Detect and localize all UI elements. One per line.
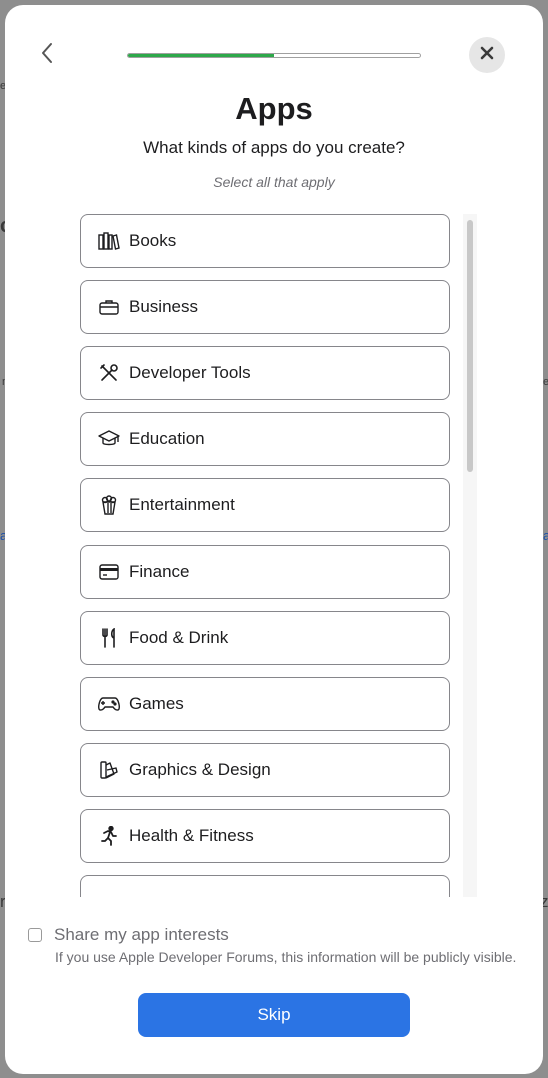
scrollbar-thumb[interactable] [467,220,473,472]
share-interests-label: Share my app interests [54,925,229,944]
option-label: Books [129,231,177,250]
background-text-4: e [543,376,548,388]
list-scrollbar[interactable] [463,214,477,897]
popcorn-icon [97,493,121,517]
option-books[interactable]: Books [80,214,450,268]
skip-button[interactable]: Skip [138,993,410,1037]
selection-hint: Select all that apply [213,174,335,190]
option-label: Health & Fitness [129,826,254,845]
books-icon [97,229,121,253]
option-health-fitness[interactable]: Health & Fitness [80,809,450,863]
option-graphics-design[interactable]: Graphics & Design [80,743,450,797]
share-interests-note: If you use Apple Developer Forums, this … [55,949,517,965]
game-controller-icon [97,692,121,716]
option-entertainment[interactable]: Entertainment [80,478,450,532]
credit-card-icon [97,560,121,584]
running-figure-icon [97,824,121,848]
onboarding-modal: Apps What kinds of apps do you create? S… [5,5,543,1074]
option-finance[interactable]: Finance [80,545,450,599]
option-food-drink[interactable]: Food & Drink [80,611,450,665]
fork-knife-icon [97,626,121,650]
option-label: Developer Tools [129,363,251,382]
option-label: Graphics & Design [129,760,271,779]
share-interests-checkbox[interactable] [28,928,42,942]
tools-icon [97,361,121,385]
graduation-cap-icon [97,427,121,451]
app-category-list: Books Business Developer Tools Education… [80,214,452,897]
close-icon [480,46,494,65]
progress-bar [127,53,421,58]
page-title: Apps [235,91,313,126]
partial-icon [97,890,121,897]
option-games[interactable]: Games [80,677,450,731]
option-education[interactable]: Education [80,412,450,466]
option-label: Games [129,694,184,713]
paintbrush-icon [97,758,121,782]
background-link-2: a [543,528,548,543]
option-label: Food & Drink [129,628,229,647]
progress-bar-fill [128,54,274,57]
back-button[interactable] [33,37,61,73]
option-developer-tools[interactable]: Developer Tools [80,346,450,400]
option-business[interactable]: Business [80,280,450,334]
page-subtitle: What kinds of apps do you create? [143,138,405,157]
option-label: Finance [129,562,190,581]
option-partial[interactable] [80,875,450,897]
chevron-left-icon [40,42,54,69]
briefcase-icon [97,295,121,319]
close-button[interactable] [469,37,505,73]
option-label: Business [129,297,198,316]
share-interests-row[interactable]: Share my app interests [28,925,229,945]
option-label: Entertainment [129,495,235,514]
option-label: Education [129,429,205,448]
